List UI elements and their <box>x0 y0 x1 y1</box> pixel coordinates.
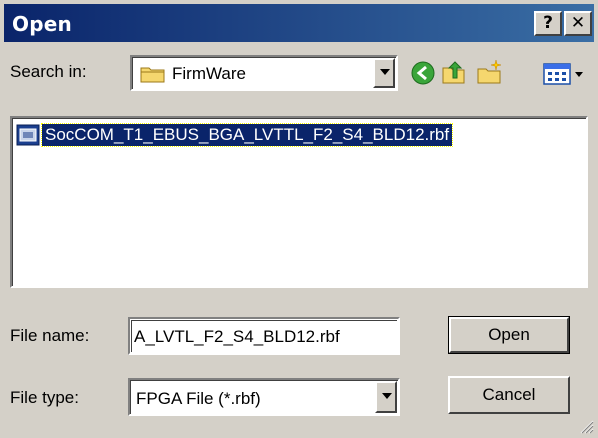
resize-grip-icon[interactable] <box>578 418 594 434</box>
file-name-input[interactable] <box>131 320 397 352</box>
file-type-combobox[interactable]: FPGA File (*.rbf) <box>128 378 400 416</box>
list-item[interactable]: SocCOM_T1_EBUS_BGA_LVTTL_F2_S4_BLD12.rbf <box>16 122 454 148</box>
file-name-label: File name: <box>10 326 90 345</box>
window-title: Open <box>12 12 72 36</box>
open-dialog: Open ? ✕ Search in: FirmWare SocCOM_T1_E… <box>0 0 598 438</box>
search-in-label: Search in: <box>10 62 87 81</box>
rbf-file-icon <box>16 124 40 146</box>
file-name: SocCOM_T1_EBUS_BGA_LVTTL_F2_S4_BLD12.rbf <box>40 123 454 147</box>
search-in-combobox[interactable]: FirmWare <box>130 55 398 91</box>
file-type-dropdown-button[interactable] <box>375 381 397 413</box>
file-type-value: FPGA File (*.rbf) <box>136 389 261 408</box>
new-folder-icon[interactable] <box>476 58 504 86</box>
back-icon[interactable] <box>410 60 438 88</box>
title-bar[interactable]: Open ? ✕ <box>4 4 594 42</box>
search-in-dropdown-button[interactable] <box>373 58 395 88</box>
up-folder-icon[interactable] <box>440 58 468 86</box>
close-button[interactable]: ✕ <box>564 11 592 36</box>
cancel-button[interactable]: Cancel <box>448 376 570 414</box>
file-list[interactable]: SocCOM_T1_EBUS_BGA_LVTTL_F2_S4_BLD12.rbf <box>10 116 588 288</box>
chevron-down-icon <box>382 393 392 399</box>
file-type-label: File type: <box>10 388 79 407</box>
open-button[interactable]: Open <box>448 316 570 354</box>
search-in-folder: FirmWare <box>172 64 246 83</box>
chevron-down-icon <box>380 69 390 75</box>
views-menu-icon[interactable] <box>542 60 594 88</box>
folder-icon <box>140 67 165 83</box>
file-name-field[interactable] <box>128 317 400 355</box>
help-button[interactable]: ? <box>534 11 562 36</box>
